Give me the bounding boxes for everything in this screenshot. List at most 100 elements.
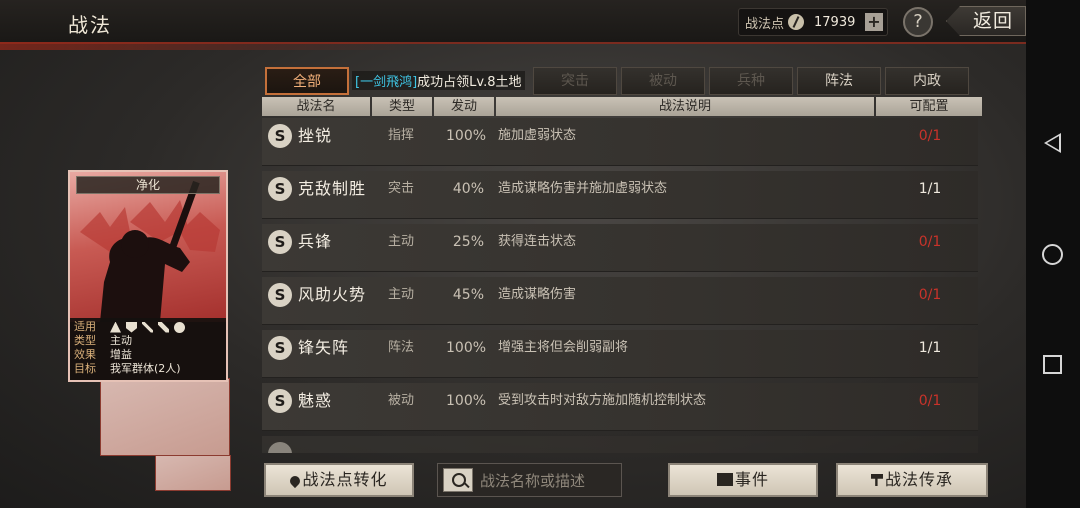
skill-rate: 100% [446,393,487,409]
skill-description: 施加虚弱状态 [498,128,577,143]
top-bar: 战法 战法点 17939 + ? 返回 [0,0,1026,50]
grade-s-badge: S [268,230,292,254]
tab-all[interactable]: 全部 [265,67,349,95]
tactic-points-label: 战法点 [745,16,785,32]
skill-config-count: 0/1 [918,287,942,303]
skill-config-count: 0/1 [918,128,942,144]
applicable-troop-icons [110,320,185,334]
search-icon[interactable] [443,468,473,492]
back-button[interactable]: 返回 [946,6,1026,36]
target-value: 我军群体(2人) [110,362,181,375]
stacked-card-back [155,455,231,491]
cavalry-icon [110,321,121,333]
help-button[interactable]: ? [903,7,933,37]
skill-config-count: 0/1 [918,393,942,409]
skill-rate: 40% [452,181,484,197]
grade-s-badge: S [268,389,292,413]
hammer-icon [870,474,883,486]
event-scroll-icon [716,473,733,486]
effect-label: 效果 [74,348,96,361]
tab-passive[interactable]: 被动 [621,67,705,95]
skill-type: 主动 [388,287,415,302]
skill-search-box [437,463,622,497]
convert-points-button[interactable]: 战法点转化 [264,463,414,497]
nav-back-icon[interactable] [1044,133,1061,153]
tab-internal-affairs[interactable]: 内政 [885,67,969,95]
system-navigation-bar [1026,0,1080,508]
page-title: 战法 [68,13,112,37]
skill-rate: 45% [452,287,484,303]
nav-home-icon[interactable] [1042,244,1063,265]
skill-name: 魅惑 [298,391,333,410]
table-row[interactable]: S 魅惑 被动 100% 受到攻击时对敌方施加随机控制状态 0/1 [262,383,978,431]
table-row[interactable]: S 风助火势 主动 45% 造成谋略伤害 0/1 [262,277,978,325]
tactic-points-value: 17939 [814,14,856,30]
skill-config-count: 0/1 [918,234,942,250]
grade-s-badge: S [268,283,292,307]
skill-type: 阵法 [388,340,415,355]
skill-description: 增强主将但会削弱副将 [498,340,629,355]
skill-rate: 100% [446,128,487,144]
skill-rate: 100% [446,340,487,356]
notice-player-name: [一剑飛鸿] [355,75,418,90]
skill-config-count: 1/1 [918,340,942,356]
skill-list: S 挫锐 指挥 100% 施加虚弱状态 0/1 S 克敌制胜 突击 40% 造成… [262,118,978,453]
grade-s-badge: S [268,124,292,148]
skill-card-info: 适用 类型 主动 效果 增益 目标 我军群体(2人) [70,318,226,380]
skill-type: 主动 [388,234,415,249]
notice-text: 成功占领Lv.8土地 [417,75,522,90]
type-label: 类型 [74,334,96,347]
event-button[interactable]: 事件 [668,463,818,497]
skill-type: 突击 [388,181,415,196]
nav-recent-apps-icon[interactable] [1043,355,1062,374]
column-header-rate[interactable]: 发动 [434,97,494,116]
tactic-points-display: 战法点 17939 + [738,8,888,36]
stacked-card-back [100,378,230,456]
shield-icon [126,321,137,333]
search-input[interactable] [480,470,618,492]
skill-description: 造成谋略伤害 [498,287,577,302]
tab-assault[interactable]: 突击 [533,67,617,95]
column-header-name[interactable]: 战法名 [262,97,370,116]
effect-value: 增益 [110,348,132,361]
skill-rate: 25% [452,234,484,250]
table-row[interactable]: S 兵锋 主动 25% 获得连击状态 0/1 [262,224,978,272]
wheel-icon [174,321,185,333]
column-header-configurable[interactable]: 可配置 [876,97,982,116]
system-notice-banner: [一剑飛鸿]成功占领Lv.8土地 [352,71,525,90]
spear-icon [158,321,169,333]
inherit-tactic-button[interactable]: 战法传承 [836,463,988,497]
droplet-icon [288,473,303,489]
skill-config-count: 1/1 [918,181,942,197]
add-points-button[interactable]: + [865,13,883,31]
grade-s-badge: S [268,177,292,201]
convert-points-label: 战法点转化 [302,470,388,489]
skill-type: 被动 [388,393,415,408]
type-value: 主动 [110,334,132,347]
tab-formation[interactable]: 阵法 [797,67,881,95]
skill-name: 兵锋 [298,232,333,251]
column-header-description: 战法说明 [496,97,874,116]
skill-name: 挫锐 [298,126,333,145]
applies-label: 适用 [74,320,96,333]
skill-name: 锋矢阵 [298,338,350,357]
skill-card-name: 净化 [76,176,220,194]
skill-description: 获得连击状态 [498,234,577,249]
event-label: 事件 [734,470,769,489]
table-row[interactable]: S 锋矢阵 阵法 100% 增强主将但会削弱副将 1/1 [262,330,978,378]
grade-s-badge: S [268,336,292,360]
table-row-partial[interactable] [262,436,978,453]
grade-s-badge [268,442,292,453]
skill-card-artwork: 净化 [70,172,226,322]
table-row[interactable]: S 挫锐 指挥 100% 施加虚弱状态 0/1 [262,118,978,166]
warrior-silhouette-icon [80,180,220,322]
selected-skill-card[interactable]: 净化 适用 类型 主动 效果 增益 目标 我军群体(2人) [68,170,228,382]
skill-name: 风助火势 [298,285,367,304]
column-header-type[interactable]: 类型 [372,97,432,116]
table-row[interactable]: S 克敌制胜 突击 40% 造成谋略伤害并施加虚弱状态 1/1 [262,171,978,219]
tab-troop-type[interactable]: 兵种 [709,67,793,95]
skill-description: 造成谋略伤害并施加虚弱状态 [498,181,668,196]
target-label: 目标 [74,362,96,375]
inherit-tactic-label: 战法传承 [884,470,953,489]
crossed-bows-icon [142,321,153,333]
